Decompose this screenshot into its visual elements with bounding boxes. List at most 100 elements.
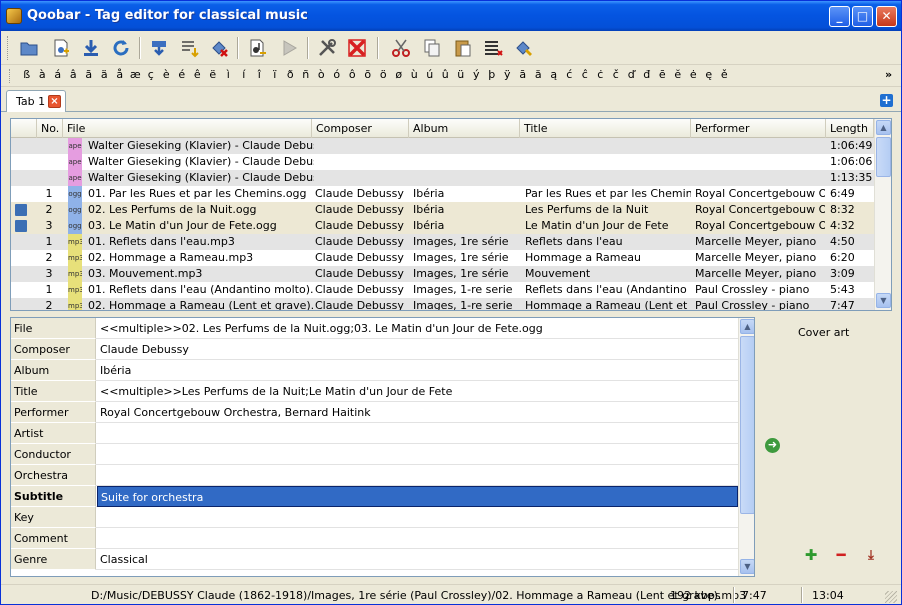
property-value-field[interactable] [97, 507, 738, 528]
property-row[interactable]: Orchestra [11, 465, 754, 486]
special-char-button[interactable]: ö [376, 68, 392, 81]
resize-grip-icon[interactable] [885, 591, 897, 603]
tab-1[interactable]: Tab 1 × [6, 90, 66, 112]
property-value-field[interactable]: Ibéria [97, 360, 738, 381]
special-char-button[interactable]: ì [221, 68, 237, 81]
special-char-button[interactable]: â [66, 68, 82, 81]
property-value-field[interactable] [97, 423, 738, 444]
property-row[interactable]: Performer Royal Concertgebouw Orchestra, … [11, 402, 754, 423]
scrollbar-thumb[interactable] [740, 336, 754, 514]
special-char-button[interactable]: á [50, 68, 66, 81]
add-tab-icon[interactable]: + [880, 94, 893, 107]
table-row[interactable]: ape Walter Gieseking (Klavier) - Claude D… [11, 138, 874, 154]
special-char-button[interactable]: ð [283, 68, 299, 81]
special-char-button[interactable]: è [159, 68, 175, 81]
special-char-button[interactable]: ú [422, 68, 438, 81]
special-char-button[interactable]: ê [190, 68, 206, 81]
minimize-button[interactable]: _ [829, 6, 850, 27]
property-value-field[interactable] [97, 465, 738, 486]
table-row[interactable]: ape Walter Gieseking (Klavier) - Claude D… [11, 170, 874, 186]
special-char-button[interactable]: ĉ [577, 68, 593, 81]
special-char-button[interactable]: ò [314, 68, 330, 81]
special-char-button[interactable]: õ [360, 68, 376, 81]
charbar-grip[interactable] [9, 69, 12, 83]
close-tab-icon[interactable]: × [48, 95, 61, 108]
table-row[interactable]: mp3 1 01. Reflets dans l'eau.mp3 Claude Deb… [11, 234, 874, 250]
special-char-button[interactable]: ĕ [670, 68, 686, 81]
property-row[interactable]: Subtitle Suite for orchestra [11, 486, 754, 507]
file-list-scrollbar[interactable]: ▲ ▼ [874, 119, 891, 310]
table-row[interactable]: ogg 2 02. Les Perfums de la Nuit.ogg Claude… [11, 202, 874, 218]
play-file-icon[interactable] [245, 36, 269, 60]
special-char-button[interactable]: à [35, 68, 51, 81]
special-char-button[interactable]: ÿ [500, 68, 516, 81]
column-header-album[interactable]: Album [409, 119, 520, 138]
property-row[interactable]: Artist [11, 423, 754, 444]
property-row[interactable]: Conductor [11, 444, 754, 465]
property-value-field[interactable]: Suite for orchestra [97, 486, 738, 507]
fullscreen-icon[interactable] [345, 36, 369, 60]
table-row[interactable]: ogg 3 03. Le Matin d'un Jour de Fete.ogg Cl… [11, 218, 874, 234]
property-value-field[interactable]: Classical [97, 549, 738, 570]
property-row[interactable]: File <<multiple>>02. Les Perfums de la Nu… [11, 318, 754, 339]
special-char-button[interactable]: ø [391, 68, 407, 81]
special-char-button[interactable]: ę [701, 68, 717, 81]
table-row[interactable]: ogg 1 01. Par les Rues et par les Chemins.… [11, 186, 874, 202]
remove-cover-icon[interactable]: ━ [833, 548, 849, 564]
property-row[interactable]: Comment [11, 528, 754, 549]
property-row[interactable]: Composer Claude Debussy [11, 339, 754, 360]
more-characters-button[interactable]: » [885, 68, 892, 81]
special-char-button[interactable]: é [174, 68, 190, 81]
add-files-icon[interactable] [49, 36, 73, 60]
property-value-field[interactable]: <<multiple>>Les Perfums de la Nuit;Le Ma… [97, 381, 738, 402]
settings-tools-icon[interactable] [315, 36, 339, 60]
special-char-button[interactable]: ă [531, 68, 547, 81]
title-bar[interactable]: Qoobar - Tag editor for classical music … [1, 1, 901, 31]
property-row[interactable]: Key [11, 507, 754, 528]
properties-scrollbar[interactable]: ▲ ▼ [738, 318, 754, 576]
special-char-button[interactable]: ß [19, 68, 35, 81]
property-value-field[interactable] [97, 528, 738, 549]
special-char-button[interactable]: ď [624, 68, 640, 81]
special-char-button[interactable]: ý [469, 68, 485, 81]
copy-icon[interactable] [420, 36, 444, 60]
open-folder-icon[interactable] [17, 36, 41, 60]
cut-icon[interactable] [389, 36, 413, 60]
scroll-up-arrow-icon[interactable]: ▲ [740, 319, 754, 334]
scroll-down-arrow-icon[interactable]: ▼ [876, 293, 891, 308]
reload-icon[interactable] [109, 36, 133, 60]
property-row[interactable]: Album Ibéria [11, 360, 754, 381]
special-char-button[interactable]: ć [562, 68, 578, 81]
special-char-button[interactable]: ě [717, 68, 733, 81]
special-char-button[interactable]: č [608, 68, 624, 81]
export-tags-icon[interactable] [177, 36, 201, 60]
import-tags-icon[interactable] [147, 36, 171, 60]
play-icon[interactable] [277, 36, 301, 60]
property-value-field[interactable]: Claude Debussy [97, 339, 738, 360]
property-value-field[interactable]: <<multiple>>02. Les Perfums de la Nuit.o… [97, 318, 738, 339]
special-char-button[interactable]: ù [407, 68, 423, 81]
add-cover-icon[interactable]: ✚ [803, 548, 819, 564]
special-char-button[interactable]: ā [515, 68, 531, 81]
special-char-button[interactable]: ï [267, 68, 283, 81]
table-row[interactable]: mp3 3 03. Mouvement.mp3 Claude Debussy Image… [11, 266, 874, 282]
column-header-composer[interactable]: Composer [312, 119, 409, 138]
special-char-button[interactable]: ą [546, 68, 562, 81]
special-char-button[interactable]: ü [453, 68, 469, 81]
column-header-file[interactable]: File [63, 119, 312, 138]
close-window-button[interactable]: ✕ [876, 6, 897, 27]
special-char-button[interactable]: û [438, 68, 454, 81]
special-char-button[interactable]: å [112, 68, 128, 81]
toolbar-grip[interactable] [7, 36, 10, 60]
special-char-button[interactable]: î [252, 68, 268, 81]
save-cover-icon[interactable]: ⤓ [863, 548, 879, 564]
column-header-status[interactable] [11, 119, 37, 138]
scroll-down-arrow-icon[interactable]: ▼ [740, 559, 754, 574]
special-char-button[interactable]: ç [143, 68, 159, 81]
property-value-field[interactable]: Royal Concertgebouw Orchestra, Bernard H… [97, 402, 738, 423]
batch-edit-icon[interactable] [512, 36, 536, 60]
table-row[interactable]: mp3 2 02. Hommage a Rameau.mp3 Claude Debus… [11, 250, 874, 266]
special-char-button[interactable]: æ [128, 68, 144, 81]
column-header-title[interactable]: Title [520, 119, 691, 138]
maximize-button[interactable]: □ [852, 6, 873, 27]
